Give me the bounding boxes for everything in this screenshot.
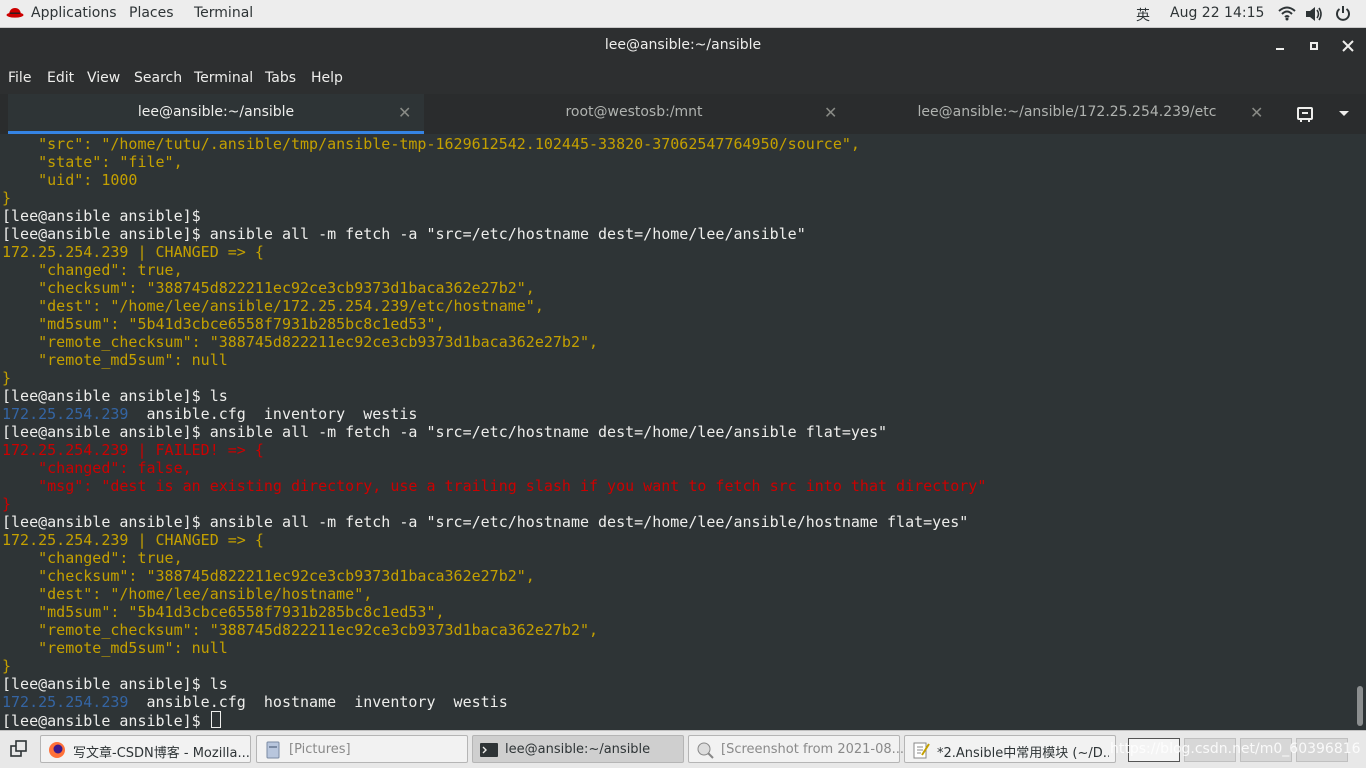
- image-viewer-icon: [697, 742, 714, 759]
- terminal-line: "changed": true,: [2, 549, 183, 567]
- taskbar-item-terminal[interactable]: lee@ansible:~/ansible: [472, 735, 684, 763]
- terminal-line: "changed": true,: [2, 261, 183, 279]
- terminal-line: "src": "/home/tutu/.ansible/tmp/ansible-…: [2, 135, 860, 153]
- menu-search[interactable]: Search: [134, 70, 182, 86]
- text-editor-icon: [913, 742, 930, 759]
- terminal-line: "uid": 1000: [2, 171, 138, 189]
- tab-lee-ansible-etc[interactable]: lee@ansible:~/ansible/172.25.254.239/etc…: [844, 94, 1270, 134]
- taskbar-item-label: [Screenshot from 2021-08...: [721, 742, 905, 757]
- terminal-line: "remote_md5sum": null: [2, 351, 228, 369]
- terminal-line: 172.25.254.239 | FAILED! => {: [2, 441, 264, 459]
- terminal-line: "msg": "dest is an existing directory, u…: [2, 477, 987, 495]
- menu-bar: File Edit View Search Terminal Tabs Help: [0, 64, 1366, 94]
- terminal-line: 172.25.254.239 | CHANGED => {: [2, 531, 264, 549]
- redhat-logo-icon[interactable]: [6, 6, 24, 20]
- terminal-line: "state": "file",: [2, 153, 183, 171]
- terminal-line: "remote_checksum": "388745d822211ec92ce3…: [2, 333, 599, 351]
- ls-output-line: 172.25.254.239 ansible.cfg hostname inve…: [2, 693, 508, 711]
- terminal-line: "remote_md5sum": null: [2, 639, 228, 657]
- maximize-button[interactable]: [1304, 36, 1324, 56]
- top-bar: Applications Places Terminal 英 Aug 22 14…: [0, 0, 1366, 28]
- taskbar-item-pictures[interactable]: [Pictures]: [256, 735, 468, 763]
- minimize-icon: [1276, 48, 1284, 50]
- tab-label: lee@ansible:~/ansible/172.25.254.239/etc: [917, 104, 1217, 120]
- clock[interactable]: Aug 22 14:15: [1170, 5, 1264, 21]
- terminal-line: [lee@ansible ansible]$ ls: [2, 387, 228, 405]
- input-method-indicator[interactable]: 英: [1136, 5, 1150, 25]
- taskbar-item-label: [Pictures]: [289, 742, 351, 757]
- power-icon[interactable]: [1335, 5, 1351, 22]
- terminal-output[interactable]: "src": "/home/tutu/.ansible/tmp/ansible-…: [0, 134, 1354, 730]
- terminal-line: }: [2, 495, 12, 513]
- window-titlebar[interactable]: lee@ansible:~/ansible: [0, 28, 1366, 64]
- terminal-line: "changed": false,: [2, 459, 192, 477]
- prompt-text: [lee@ansible ansible]$: [2, 712, 210, 730]
- places-menu[interactable]: Places: [129, 5, 174, 21]
- show-desktop-icon[interactable]: [10, 740, 28, 758]
- terminal-line: }: [2, 657, 12, 675]
- firefox-icon: [49, 742, 65, 758]
- terminal-line: [lee@ansible ansible]$ ansible all -m fe…: [2, 423, 888, 441]
- terminal-line: "dest": "/home/lee/ansible/172.25.254.23…: [2, 297, 544, 315]
- volume-icon[interactable]: [1305, 6, 1323, 22]
- directory-name: 172.25.254.239: [2, 405, 129, 423]
- tab-close-icon[interactable]: ✕: [824, 103, 837, 122]
- scrollbar-thumb[interactable]: [1357, 686, 1363, 726]
- taskbar-item-screenshot[interactable]: [Screenshot from 2021-08...: [688, 735, 904, 763]
- minimize-button[interactable]: [1270, 36, 1290, 56]
- menu-help[interactable]: Help: [311, 70, 343, 86]
- tab-menu-chevron-down-icon[interactable]: [1338, 110, 1350, 118]
- terminal-line: [lee@ansible ansible]$: [2, 207, 201, 225]
- taskbar: 写文章-CSDN博客 - Mozilla... [Pictures] lee@a…: [0, 730, 1366, 768]
- new-tab-icon[interactable]: [1296, 105, 1316, 123]
- applications-menu[interactable]: Applications: [31, 5, 117, 21]
- directory-name: 172.25.254.239: [2, 693, 129, 711]
- terminal-line: "remote_checksum": "388745d822211ec92ce3…: [2, 621, 599, 639]
- text-cursor: [210, 711, 221, 728]
- menu-terminal[interactable]: Terminal: [194, 70, 253, 86]
- tab-root-westosb[interactable]: root@westosb:/mnt ✕: [424, 94, 844, 134]
- file-names: ansible.cfg inventory westis: [128, 405, 418, 423]
- terminal-line: "checksum": "388745d822211ec92ce3cb9373d…: [2, 279, 535, 297]
- tab-bar: lee@ansible:~/ansible ✕ root@westosb:/mn…: [0, 94, 1366, 134]
- taskbar-item-label: *2.Ansible中常用模块 (~/D...: [937, 746, 1109, 761]
- close-icon: [1342, 40, 1354, 52]
- window-title: lee@ansible:~/ansible: [604, 37, 762, 53]
- terminal-line: }: [2, 189, 12, 207]
- terminal-line: "md5sum": "5b41d3cbce6558f7931b285bc8c1e…: [2, 603, 445, 621]
- taskbar-item-label: lee@ansible:~/ansible: [505, 742, 651, 757]
- maximize-icon: [1310, 42, 1318, 50]
- terminal-line: "dest": "/home/lee/ansible/hostname",: [2, 585, 373, 603]
- terminal-line: "md5sum": "5b41d3cbce6558f7931b285bc8c1e…: [2, 315, 445, 333]
- terminal-line: 172.25.254.239 | CHANGED => {: [2, 243, 264, 261]
- tab-lee-ansible[interactable]: lee@ansible:~/ansible ✕: [8, 94, 424, 134]
- prompt-line: [lee@ansible ansible]$: [2, 711, 221, 730]
- terminal-scrollbar[interactable]: [1354, 134, 1366, 730]
- tab-label: lee@ansible:~/ansible: [137, 104, 295, 120]
- terminal-icon: [480, 743, 498, 757]
- close-window-button[interactable]: [1338, 36, 1358, 56]
- terminal-line: [lee@ansible ansible]$ ansible all -m fe…: [2, 225, 806, 243]
- terminal-line: [lee@ansible ansible]$ ls: [2, 675, 228, 693]
- file-names: ansible.cfg hostname inventory westis: [128, 693, 508, 711]
- wifi-icon[interactable]: [1278, 6, 1296, 21]
- menu-view[interactable]: View: [87, 70, 120, 86]
- taskbar-item-text-editor[interactable]: *2.Ansible中常用模块 (~/D...: [904, 735, 1116, 763]
- ls-output-line: 172.25.254.239 ansible.cfg inventory wes…: [2, 405, 417, 423]
- menu-edit[interactable]: Edit: [47, 70, 74, 86]
- terminal-app-menu[interactable]: Terminal: [194, 5, 253, 21]
- terminal-line: "checksum": "388745d822211ec92ce3cb9373d…: [2, 567, 535, 585]
- taskbar-item-firefox[interactable]: 写文章-CSDN博客 - Mozilla...: [40, 735, 251, 763]
- menu-file[interactable]: File: [8, 70, 31, 86]
- tab-label: root@westosb:/mnt: [565, 104, 703, 120]
- taskbar-item-label: 写文章-CSDN博客 - Mozilla...: [73, 746, 250, 761]
- terminal-line: [lee@ansible ansible]$ ansible all -m fe…: [2, 513, 969, 531]
- tab-close-icon[interactable]: ✕: [1250, 103, 1263, 122]
- terminal-line: }: [2, 369, 12, 387]
- watermark: https://blog.csdn.net/m0_60396816: [1110, 741, 1361, 757]
- menu-tabs[interactable]: Tabs: [265, 70, 296, 86]
- folder-icon: [266, 741, 280, 759]
